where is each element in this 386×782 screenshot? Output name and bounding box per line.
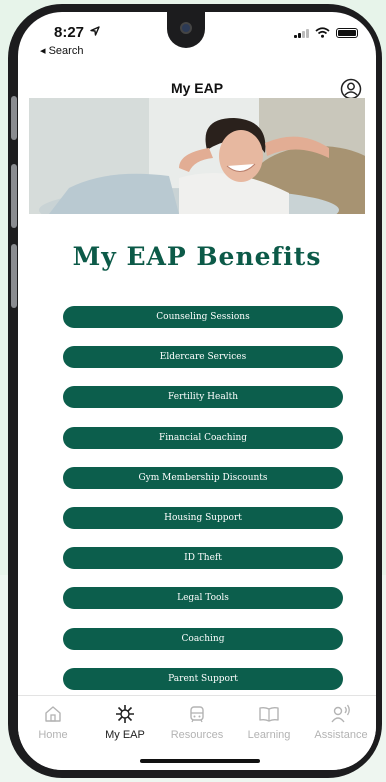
eap-logo-icon [116, 705, 134, 723]
resources-icon [190, 706, 204, 723]
volume-down-button [11, 244, 17, 308]
page-header-title: My EAP [170, 80, 224, 96]
tab-learning-label: Learning [247, 729, 291, 741]
benefit-counseling-sessions-button[interactable]: Counseling Sessions [63, 306, 343, 328]
tab-resources[interactable]: Resources [162, 702, 232, 741]
back-to-search-link[interactable]: ◂ Search [40, 44, 83, 57]
benefit-gym-membership-discounts-button[interactable]: Gym Membership Discounts [63, 466, 343, 489]
profile-icon[interactable] [340, 78, 362, 100]
status-icons [294, 27, 358, 38]
wifi-icon [315, 27, 330, 38]
home-icon [45, 706, 61, 722]
page-title: My EAP Benefits [72, 242, 322, 271]
tab-resources-label: Resources [170, 729, 224, 741]
signal-icon [294, 28, 309, 38]
mute-switch [11, 96, 17, 140]
hero-image [29, 98, 365, 214]
benefit-fertility-health-button[interactable]: Fertility Health [63, 386, 343, 409]
battery-icon [336, 27, 358, 38]
book-icon [259, 706, 279, 722]
front-camera-icon [180, 22, 192, 34]
tab-home[interactable]: Home [18, 702, 88, 741]
benefit-legal-tools-button[interactable]: Legal Tools [63, 587, 343, 610]
home-indicator [140, 759, 260, 763]
tab-learning[interactable]: Learning [234, 702, 304, 741]
tab-assistance[interactable]: Assistance [306, 702, 376, 741]
status-time: 8:27 [54, 24, 85, 41]
location-arrow-icon [90, 26, 100, 36]
tab-my-eap[interactable]: My EAP [90, 702, 160, 741]
benefit-housing-support-button[interactable]: Housing Support [63, 506, 343, 529]
app-screen: 8:27 ◂ Search My EAP My EAP Benefits Cou… [18, 12, 376, 770]
tab-assistance-label: Assistance [314, 729, 368, 741]
benefits-list: Counseling Sessions Eldercare Services F… [63, 306, 343, 708]
assistance-icon [331, 704, 350, 723]
woman-relaxing-photo [29, 98, 365, 214]
tab-home-label: Home [38, 729, 68, 741]
benefit-eldercare-services-button[interactable]: Eldercare Services [63, 346, 343, 369]
benefit-coaching-button[interactable]: Coaching [63, 627, 343, 650]
benefit-id-theft-button[interactable]: ID Theft [63, 547, 343, 570]
volume-up-button [11, 164, 17, 228]
tab-my-eap-label: My EAP [105, 729, 145, 741]
benefit-financial-coaching-button[interactable]: Financial Coaching [63, 426, 343, 449]
benefit-parent-support-button[interactable]: Parent Support [63, 667, 343, 690]
